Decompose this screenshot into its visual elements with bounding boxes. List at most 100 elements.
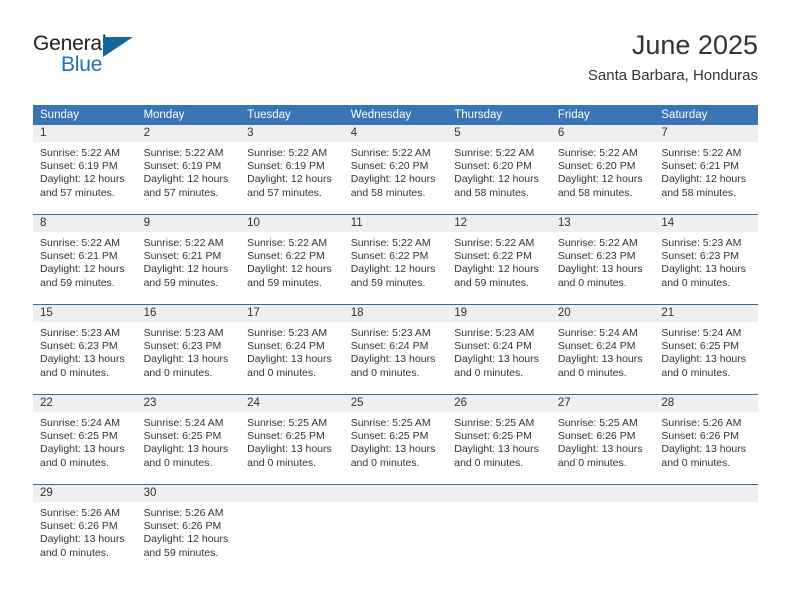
day-details: Sunrise: 5:23 AM Sunset: 6:24 PM Dayligh… bbox=[447, 322, 551, 380]
day-cell[interactable]: 18 Sunrise: 5:23 AM Sunset: 6:24 PM Dayl… bbox=[343, 304, 448, 395]
day-number: 14 bbox=[654, 215, 758, 232]
day-cell[interactable]: 26 Sunrise: 5:25 AM Sunset: 6:25 PM Dayl… bbox=[447, 394, 551, 485]
sunrise-text: Sunrise: 5:22 AM bbox=[247, 147, 328, 159]
day-details: Sunrise: 5:22 AM Sunset: 6:23 PM Dayligh… bbox=[551, 232, 655, 290]
daylight-text-line1: Daylight: 13 hours bbox=[661, 263, 747, 276]
day-details: Sunrise: 5:22 AM Sunset: 6:22 PM Dayligh… bbox=[344, 232, 448, 290]
day-number: 22 bbox=[33, 395, 137, 412]
sunset-text: Sunset: 6:25 PM bbox=[40, 430, 118, 443]
day-cell[interactable]: 10 Sunrise: 5:22 AM Sunset: 6:22 PM Dayl… bbox=[240, 214, 344, 305]
general-blue-logo[interactable]: General Blue bbox=[33, 32, 143, 80]
sunset-text: Sunset: 6:19 PM bbox=[247, 160, 325, 173]
day-cell[interactable]: 12 Sunrise: 5:22 AM Sunset: 6:22 PM Dayl… bbox=[447, 214, 551, 305]
sunrise-text: Sunrise: 5:22 AM bbox=[40, 147, 120, 159]
daylight-text-line2: and 59 minutes. bbox=[247, 276, 322, 289]
day-cell[interactable]: 29 Sunrise: 5:26 AM Sunset: 6:26 PM Dayl… bbox=[33, 484, 137, 574]
daylight-text-line2: and 59 minutes. bbox=[454, 276, 529, 289]
day-number: 16 bbox=[136, 305, 241, 322]
sunset-text: Sunset: 6:26 PM bbox=[40, 520, 118, 533]
day-details: Sunrise: 5:23 AM Sunset: 6:24 PM Dayligh… bbox=[344, 322, 448, 380]
location-subtitle: Santa Barbara, Honduras bbox=[587, 67, 758, 84]
daylight-text-line2: and 0 minutes. bbox=[557, 456, 627, 469]
day-cell[interactable]: 24 Sunrise: 5:25 AM Sunset: 6:25 PM Dayl… bbox=[240, 394, 344, 485]
sunset-text: Sunset: 6:22 PM bbox=[350, 250, 429, 263]
daylight-text-line2: and 0 minutes. bbox=[40, 456, 109, 469]
daylight-text-line1: Daylight: 12 hours bbox=[143, 263, 229, 276]
day-cell[interactable]: 28 Sunrise: 5:26 AM Sunset: 6:26 PM Dayl… bbox=[654, 394, 758, 485]
sunset-text: Sunset: 6:20 PM bbox=[557, 160, 636, 173]
day-cell[interactable]: 16 Sunrise: 5:23 AM Sunset: 6:23 PM Dayl… bbox=[136, 304, 241, 395]
day-cell[interactable]: 4 Sunrise: 5:22 AM Sunset: 6:20 PM Dayli… bbox=[343, 125, 448, 215]
day-cell-empty bbox=[654, 484, 758, 574]
day-cell[interactable]: 8 Sunrise: 5:22 AM Sunset: 6:21 PM Dayli… bbox=[33, 214, 137, 305]
sunrise-text: Sunrise: 5:25 AM bbox=[454, 417, 535, 429]
day-number bbox=[240, 485, 344, 502]
day-cell[interactable]: 15 Sunrise: 5:23 AM Sunset: 6:23 PM Dayl… bbox=[33, 304, 137, 395]
weekday-header-wednesday: Wednesday bbox=[343, 105, 448, 125]
sunrise-text: Sunrise: 5:22 AM bbox=[454, 147, 535, 159]
sunrise-text: Sunrise: 5:22 AM bbox=[350, 147, 431, 159]
sunset-text: Sunset: 6:24 PM bbox=[247, 340, 325, 353]
day-cell[interactable]: 3 Sunrise: 5:22 AM Sunset: 6:19 PM Dayli… bbox=[240, 125, 344, 215]
page-title: June 2025 bbox=[631, 30, 758, 60]
sunset-text: Sunset: 6:23 PM bbox=[557, 250, 636, 263]
sunrise-text: Sunrise: 5:23 AM bbox=[661, 237, 742, 249]
day-cell[interactable]: 21 Sunrise: 5:24 AM Sunset: 6:25 PM Dayl… bbox=[654, 304, 758, 395]
day-cell[interactable]: 13 Sunrise: 5:22 AM Sunset: 6:23 PM Dayl… bbox=[550, 214, 655, 305]
day-cell[interactable]: 1 Sunrise: 5:22 AM Sunset: 6:19 PM Dayli… bbox=[33, 125, 137, 215]
day-cell[interactable]: 30 Sunrise: 5:26 AM Sunset: 6:26 PM Dayl… bbox=[136, 484, 241, 574]
day-number: 24 bbox=[240, 395, 344, 412]
sunrise-text: Sunrise: 5:23 AM bbox=[247, 327, 328, 339]
day-cell[interactable]: 14 Sunrise: 5:23 AM Sunset: 6:23 PM Dayl… bbox=[654, 214, 758, 305]
day-details: Sunrise: 5:24 AM Sunset: 6:25 PM Dayligh… bbox=[33, 412, 137, 470]
day-details: Sunrise: 5:22 AM Sunset: 6:22 PM Dayligh… bbox=[447, 232, 551, 290]
daylight-text-line2: and 0 minutes. bbox=[454, 456, 524, 469]
daylight-text-line2: and 0 minutes. bbox=[661, 366, 731, 379]
day-cell[interactable]: 22 Sunrise: 5:24 AM Sunset: 6:25 PM Dayl… bbox=[33, 394, 137, 485]
daylight-text-line2: and 57 minutes. bbox=[247, 186, 322, 199]
sunset-text: Sunset: 6:21 PM bbox=[143, 250, 222, 263]
day-cell[interactable]: 20 Sunrise: 5:24 AM Sunset: 6:24 PM Dayl… bbox=[550, 304, 655, 395]
sunset-text: Sunset: 6:24 PM bbox=[350, 340, 429, 353]
daylight-text-line2: and 0 minutes. bbox=[40, 546, 109, 559]
day-details: Sunrise: 5:26 AM Sunset: 6:26 PM Dayligh… bbox=[137, 502, 241, 560]
day-cell[interactable]: 23 Sunrise: 5:24 AM Sunset: 6:25 PM Dayl… bbox=[136, 394, 241, 485]
daylight-text-line2: and 58 minutes. bbox=[454, 186, 529, 199]
daylight-text-line1: Daylight: 13 hours bbox=[557, 353, 643, 366]
day-cell[interactable]: 5 Sunrise: 5:22 AM Sunset: 6:20 PM Dayli… bbox=[447, 125, 551, 215]
day-cell[interactable]: 19 Sunrise: 5:23 AM Sunset: 6:24 PM Dayl… bbox=[447, 304, 551, 395]
sunrise-text: Sunrise: 5:24 AM bbox=[40, 417, 120, 429]
day-cell[interactable]: 2 Sunrise: 5:22 AM Sunset: 6:19 PM Dayli… bbox=[136, 125, 241, 215]
daylight-text-line2: and 0 minutes. bbox=[143, 456, 213, 469]
day-cell[interactable]: 17 Sunrise: 5:23 AM Sunset: 6:24 PM Dayl… bbox=[240, 304, 344, 395]
day-number: 21 bbox=[654, 305, 758, 322]
day-cell[interactable]: 7 Sunrise: 5:22 AM Sunset: 6:21 PM Dayli… bbox=[654, 125, 758, 215]
sunrise-text: Sunrise: 5:26 AM bbox=[661, 417, 742, 429]
sunrise-text: Sunrise: 5:23 AM bbox=[350, 327, 431, 339]
day-cell[interactable]: 11 Sunrise: 5:22 AM Sunset: 6:22 PM Dayl… bbox=[343, 214, 448, 305]
day-details: Sunrise: 5:23 AM Sunset: 6:23 PM Dayligh… bbox=[654, 232, 758, 290]
day-details: Sunrise: 5:22 AM Sunset: 6:19 PM Dayligh… bbox=[240, 142, 344, 200]
day-cell[interactable]: 25 Sunrise: 5:25 AM Sunset: 6:25 PM Dayl… bbox=[343, 394, 448, 485]
day-details: Sunrise: 5:23 AM Sunset: 6:23 PM Dayligh… bbox=[137, 322, 241, 380]
page-header: General Blue June 2025 Santa Barbara, Ho… bbox=[33, 28, 758, 94]
day-details: Sunrise: 5:23 AM Sunset: 6:24 PM Dayligh… bbox=[240, 322, 344, 380]
day-cell-empty bbox=[240, 484, 344, 574]
daylight-text-line2: and 0 minutes. bbox=[40, 366, 109, 379]
day-number bbox=[654, 485, 758, 502]
daylight-text-line1: Daylight: 13 hours bbox=[40, 353, 125, 366]
day-cell[interactable]: 9 Sunrise: 5:22 AM Sunset: 6:21 PM Dayli… bbox=[136, 214, 241, 305]
sunset-text: Sunset: 6:22 PM bbox=[454, 250, 532, 263]
daylight-text-line2: and 59 minutes. bbox=[143, 546, 219, 559]
sunrise-text: Sunrise: 5:22 AM bbox=[40, 237, 120, 249]
sunset-text: Sunset: 6:25 PM bbox=[661, 340, 740, 353]
day-number: 9 bbox=[136, 215, 241, 232]
day-number: 20 bbox=[550, 305, 655, 322]
calendar-table: Sunday Monday Tuesday Wednesday Thursday… bbox=[33, 105, 758, 574]
day-number bbox=[343, 485, 448, 502]
day-details: Sunrise: 5:25 AM Sunset: 6:25 PM Dayligh… bbox=[344, 412, 448, 470]
day-cell[interactable]: 6 Sunrise: 5:22 AM Sunset: 6:20 PM Dayli… bbox=[550, 125, 655, 215]
sunrise-text: Sunrise: 5:23 AM bbox=[143, 327, 224, 339]
day-cell[interactable]: 27 Sunrise: 5:25 AM Sunset: 6:26 PM Dayl… bbox=[550, 394, 655, 485]
sunrise-text: Sunrise: 5:25 AM bbox=[350, 417, 431, 429]
